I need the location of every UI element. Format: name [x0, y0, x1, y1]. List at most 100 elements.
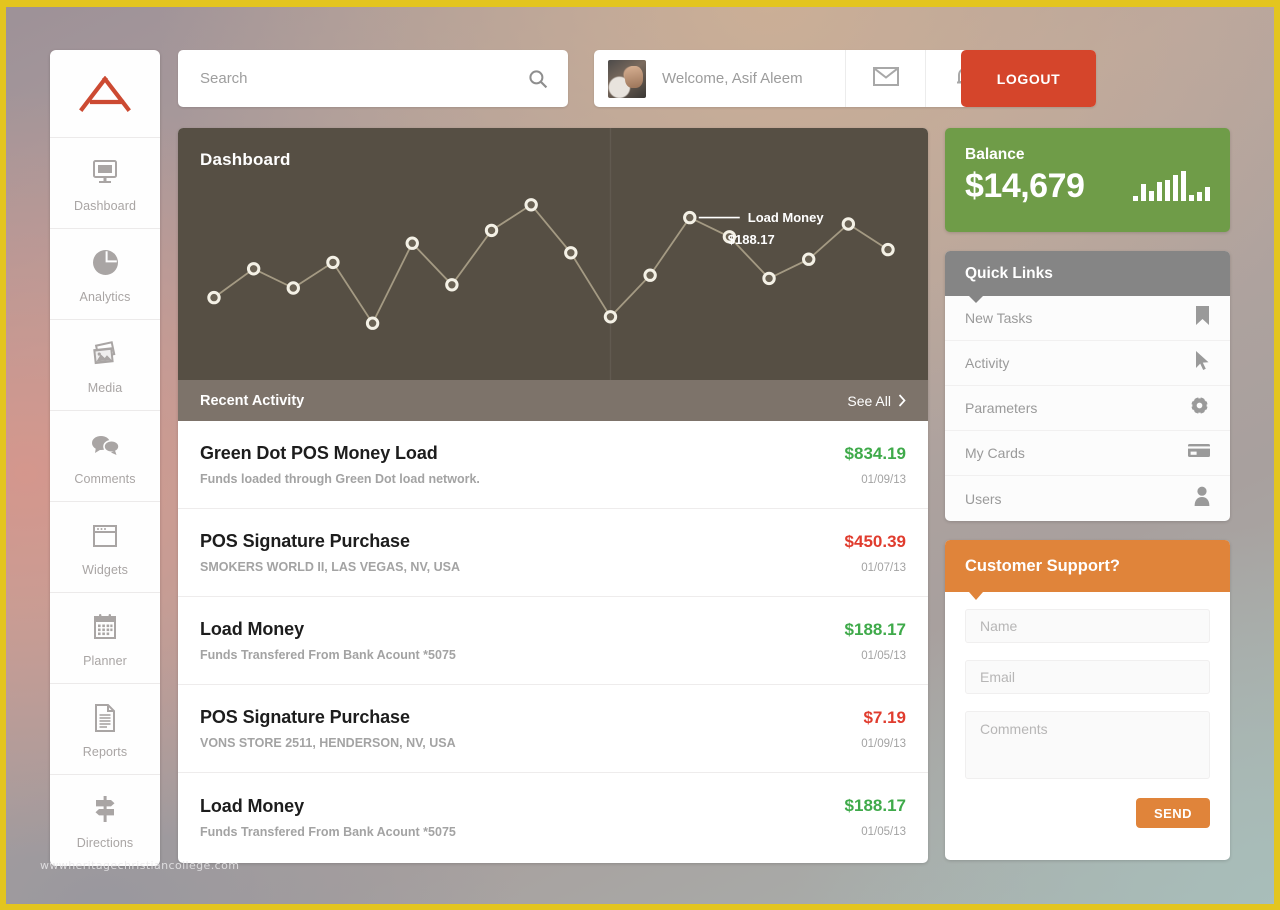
customer-support-panel: Customer Support? SEND: [945, 540, 1230, 860]
sparkline-bar: [1189, 194, 1194, 201]
sidebar-item-label: Media: [87, 380, 123, 395]
recent-activity-header: Recent Activity See All: [178, 380, 928, 421]
chart-annotation-value: $188.17: [727, 231, 775, 247]
chart-point[interactable]: [564, 246, 578, 260]
monitor-icon: [91, 154, 119, 190]
activity-row-meta: $7.19 01/09/13: [861, 708, 906, 750]
quick-link-users[interactable]: Users: [945, 476, 1230, 521]
chart-point[interactable]: [643, 268, 657, 282]
sparkline-bar: [1133, 195, 1138, 201]
triangle-logo-icon: [79, 75, 131, 112]
chart-annotation-label: Load Money: [747, 209, 824, 225]
support-form: SEND: [945, 592, 1230, 828]
activity-row-text: Load Money Funds Transfered From Bank Aco…: [200, 619, 456, 662]
activity-amount: $7.19: [863, 707, 906, 727]
sidebar-item-dashboard[interactable]: Dashboard: [50, 138, 160, 229]
sparkline-bar: [1205, 186, 1210, 201]
quick-link-label: My Cards: [965, 445, 1025, 461]
quick-link-activity[interactable]: Activity: [945, 341, 1230, 386]
activity-row-meta: $188.17 01/05/13: [845, 620, 906, 662]
activity-row[interactable]: Green Dot POS Money Load Funds loaded thr…: [178, 421, 928, 509]
messages-button[interactable]: [846, 50, 926, 107]
gear-icon: [1189, 395, 1210, 421]
sparkline-bar: [1165, 179, 1170, 201]
search-icon[interactable]: [528, 69, 568, 89]
speech-bubbles-icon: [90, 427, 120, 463]
activity-row[interactable]: Load Money Funds Transfered From Bank Aco…: [178, 773, 928, 861]
sidebar-item-planner[interactable]: Planner: [50, 593, 160, 684]
quick-links-list: New Tasks Activity Parameters My Cards Users: [945, 296, 1230, 521]
sidebar-item-label: Dashboard: [73, 198, 137, 213]
sidebar-item-widgets[interactable]: Widgets: [50, 502, 160, 593]
see-all-button[interactable]: See All: [847, 393, 906, 409]
quick-link-label: Parameters: [965, 400, 1038, 416]
chart-point[interactable]: [762, 271, 776, 286]
page-title: Dashboard: [200, 150, 291, 169]
app-root: Dashboard Analytics Media Comments Widge: [0, 0, 1280, 910]
chart-point[interactable]: [484, 223, 499, 238]
app-logo[interactable]: [50, 50, 160, 138]
activity-subtitle: SMOKERS WORLD II, LAS VEGAS, NV, USA: [200, 560, 460, 574]
sparkline-bar: [1141, 183, 1146, 201]
sidebar-item-reports[interactable]: Reports: [50, 684, 160, 775]
quick-link-label: New Tasks: [965, 310, 1033, 326]
quick-link-parameters[interactable]: Parameters: [945, 386, 1230, 431]
activity-date: 01/09/13: [861, 737, 906, 750]
activity-date: 01/09/13: [861, 473, 906, 486]
activity-title: Green Dot POS Money Load: [200, 443, 438, 463]
activity-row-meta: $834.19 01/09/13: [845, 444, 906, 486]
chart-point[interactable]: [326, 255, 340, 270]
user-profile[interactable]: Welcome, Asif Aleem: [594, 50, 846, 107]
quick-links-header: Quick Links: [945, 251, 1230, 303]
activity-title: Load Money: [200, 619, 305, 639]
chart-point[interactable]: [683, 210, 697, 225]
chart-point[interactable]: [365, 316, 380, 330]
chart-point[interactable]: [286, 281, 300, 295]
sparkline-bar: [1173, 174, 1178, 201]
activity-row-text: Load Money Funds Transfered From Bank Aco…: [200, 796, 456, 839]
left-sidebar: Dashboard Analytics Media Comments Widge: [50, 50, 160, 866]
chart-point[interactable]: [524, 198, 538, 212]
chart-point[interactable]: [246, 262, 261, 276]
header-notch: [969, 592, 983, 600]
name-field[interactable]: [965, 609, 1210, 643]
user-icon: [1194, 486, 1210, 511]
chart-point[interactable]: [841, 217, 856, 231]
email-field[interactable]: [965, 660, 1210, 694]
activity-chart: Dashboard Load Money $188.17: [178, 128, 928, 380]
sidebar-item-label: Directions: [76, 836, 134, 850]
quick-link-my-cards[interactable]: My Cards: [945, 431, 1230, 476]
search-input[interactable]: [178, 70, 528, 87]
sidebar-item-label: Analytics: [79, 289, 131, 304]
sidebar-item-analytics[interactable]: Analytics: [50, 229, 160, 320]
chart-point[interactable]: [405, 236, 419, 250]
send-button[interactable]: SEND: [1136, 798, 1210, 828]
quick-link-new-tasks[interactable]: New Tasks: [945, 296, 1230, 341]
sidebar-item-media[interactable]: Media: [50, 320, 160, 411]
sidebar-item-directions[interactable]: Directions: [50, 775, 160, 866]
logout-button[interactable]: LOGOUT: [961, 50, 1096, 107]
sidebar-item-comments[interactable]: Comments: [50, 411, 160, 502]
comments-field[interactable]: [965, 711, 1210, 779]
activity-title: POS Signature Purchase: [200, 707, 410, 727]
support-title: Customer Support?: [965, 556, 1120, 575]
activity-title: POS Signature Purchase: [200, 531, 410, 551]
sidebar-item-label: Comments: [74, 471, 136, 486]
chart-point[interactable]: [445, 278, 459, 292]
photos-icon: [90, 336, 120, 372]
activity-subtitle: Funds Transfered From Bank Acount *5075: [200, 648, 456, 662]
chart-point[interactable]: [207, 290, 221, 305]
activity-row[interactable]: Load Money Funds Transfered From Bank Aco…: [178, 597, 928, 685]
balance-card: Balance $14,679: [945, 128, 1230, 232]
balance-amount: $14,679: [965, 167, 1085, 205]
chart-point[interactable]: [881, 242, 895, 257]
activity-row[interactable]: POS Signature Purchase SMOKERS WORLD II, …: [178, 509, 928, 597]
search-bar: [178, 50, 568, 107]
quick-links-title: Quick Links: [965, 264, 1053, 282]
sidebar-item-label: Reports: [82, 744, 128, 759]
activity-row[interactable]: POS Signature Purchase VONS STORE 2511, H…: [178, 685, 928, 773]
bookmark-icon: [1195, 305, 1210, 331]
activity-date: 01/05/13: [861, 826, 906, 838]
chart-point[interactable]: [802, 252, 816, 266]
chart-point[interactable]: [603, 310, 618, 324]
